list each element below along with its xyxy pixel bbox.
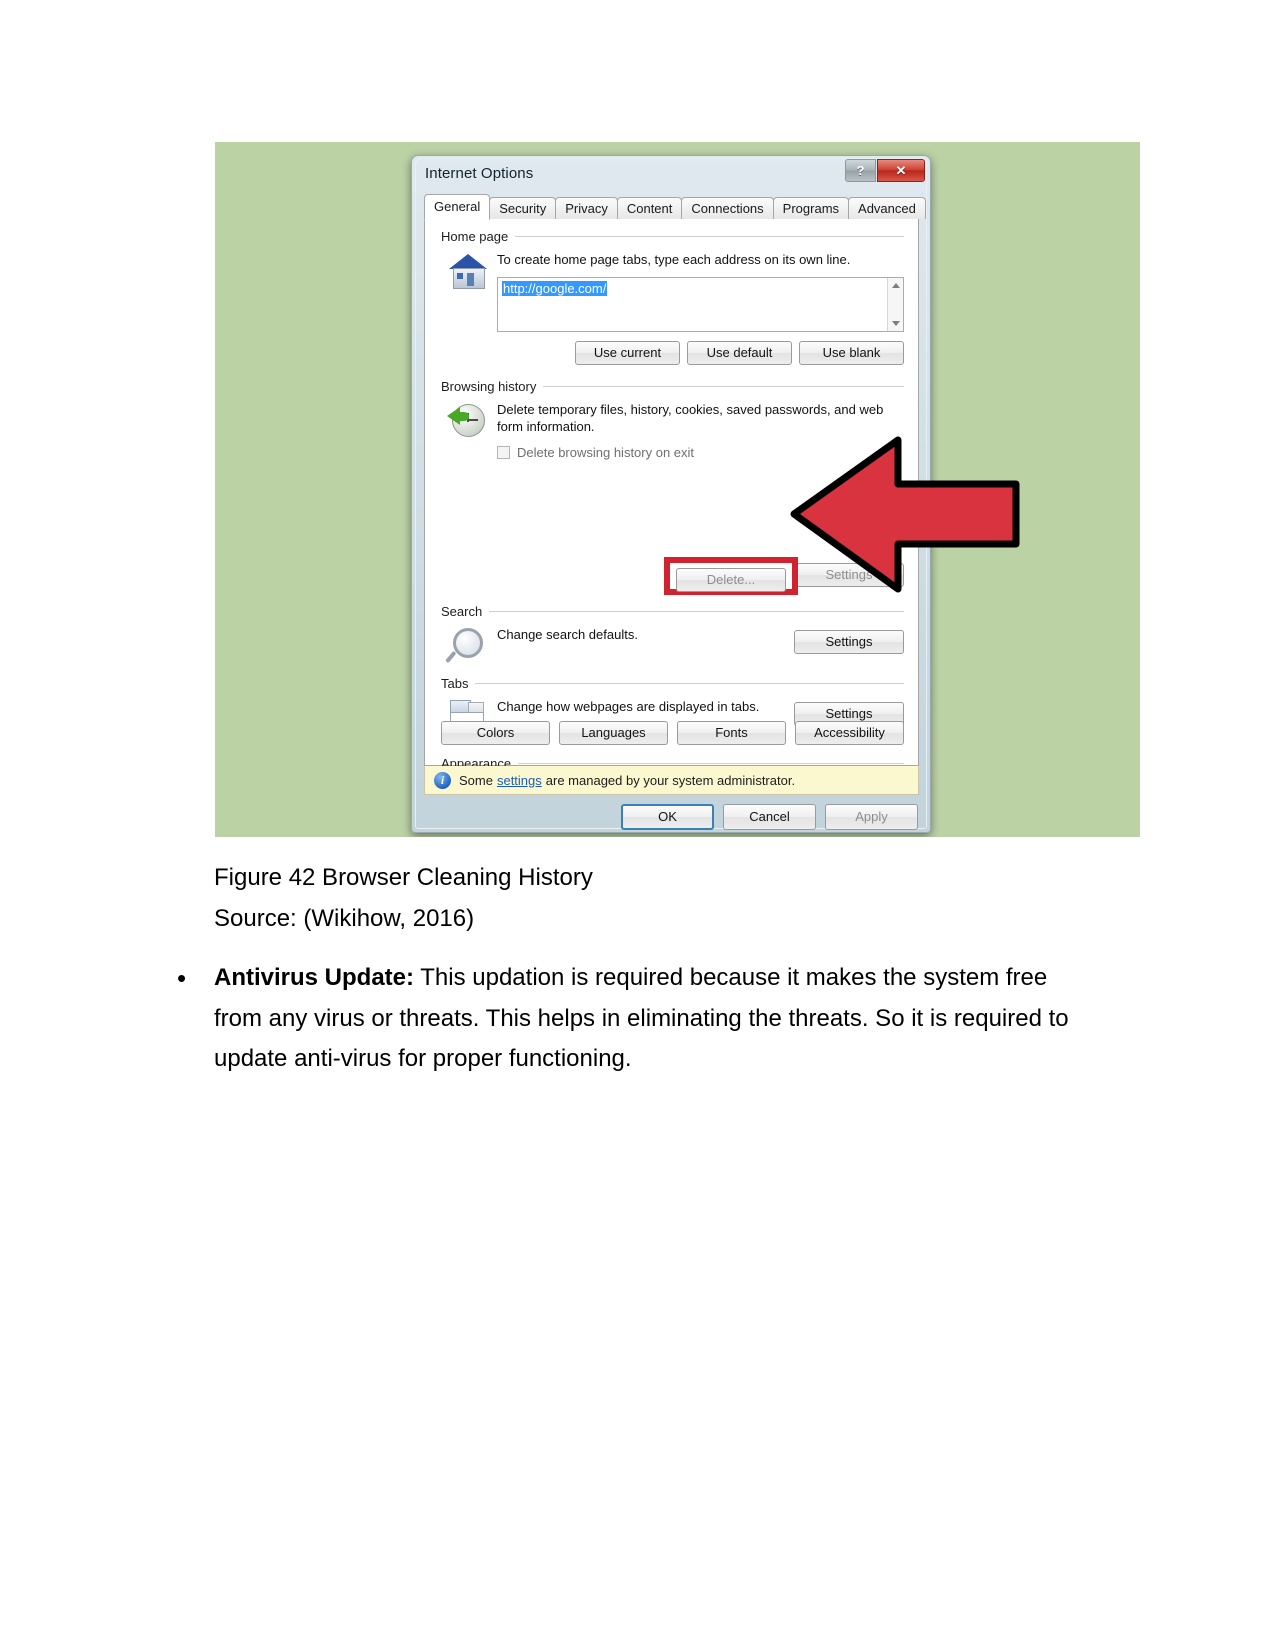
tab-security[interactable]: Security — [489, 197, 557, 219]
accessibility-button[interactable]: Accessibility — [795, 721, 904, 745]
delete-on-exit-checkbox[interactable] — [497, 446, 510, 460]
tabs-description: Change how webpages are displayed in tab… — [497, 699, 760, 714]
home-page-url-scrollbar[interactable] — [887, 278, 903, 331]
home-page-group-label: Home page — [441, 229, 904, 244]
browsing-history-description: Delete temporary files, history, cookies… — [497, 402, 884, 435]
use-default-button[interactable]: Use default — [687, 341, 792, 365]
use-current-button[interactable]: Use current — [575, 341, 680, 365]
tab-connections[interactable]: Connections — [681, 197, 774, 219]
clock-refresh-icon — [447, 401, 489, 441]
info-icon: i — [434, 771, 451, 789]
close-icon[interactable]: ✕ — [877, 159, 925, 182]
group-divider — [518, 763, 904, 764]
home-page-description: To create home page tabs, type each addr… — [497, 252, 851, 267]
delete-on-exit-label: Delete browsing history on exit — [517, 445, 695, 461]
use-blank-button[interactable]: Use blank — [799, 341, 904, 365]
delete-button-highlight: Delete... — [664, 557, 798, 595]
bullet-marker: • — [177, 963, 187, 993]
home-page-body: To create home page tabs, type each addr… — [441, 251, 904, 289]
apply-button[interactable]: Apply — [825, 804, 918, 830]
fonts-button[interactable]: Fonts — [677, 721, 786, 745]
admin-notice-suffix: are managed by your system administrator… — [545, 772, 796, 788]
bullet-list: • Antivirus Update: This updation is req… — [175, 958, 1095, 1080]
languages-button[interactable]: Languages — [559, 721, 668, 745]
admin-settings-link[interactable]: settings — [497, 773, 542, 788]
help-icon[interactable]: ? — [845, 159, 876, 182]
appearance-buttons: Colors Languages Fonts Accessibility — [441, 721, 904, 745]
figure-source: Source: (Wikihow, 2016) — [214, 905, 475, 932]
scroll-up-icon[interactable] — [892, 283, 900, 288]
ok-button[interactable]: OK — [621, 804, 714, 830]
list-item: • Antivirus Update: This updation is req… — [175, 958, 1095, 1080]
admin-notice-prefix: Some — [459, 772, 493, 788]
colors-button[interactable]: Colors — [441, 721, 550, 745]
group-divider — [489, 611, 904, 612]
dialog-tabstrip: General Security Privacy Content Connect… — [424, 194, 926, 220]
cancel-button[interactable]: Cancel — [723, 804, 816, 830]
group-divider — [475, 683, 904, 684]
figure-caption: Figure 42 Browser Cleaning History — [214, 864, 593, 891]
scroll-down-icon[interactable] — [892, 321, 900, 326]
tab-programs[interactable]: Programs — [772, 197, 850, 219]
bullet-body: Antivirus Update: This updation is requi… — [214, 958, 1095, 1080]
group-divider — [543, 386, 904, 387]
search-group-label: Search — [441, 604, 904, 619]
home-page-url-value: http://google.com/ — [502, 281, 608, 296]
red-arrow-annotation — [790, 436, 1020, 593]
window-buttons: ? ✕ — [845, 159, 925, 182]
dialog-title: Internet Options — [425, 165, 534, 182]
home-page-group: Home page To create home page tabs, type… — [441, 229, 904, 289]
tabs-group-label: Tabs — [441, 676, 904, 691]
group-divider — [515, 236, 904, 237]
admin-notice-bar: i Some settings are managed by your syst… — [424, 766, 919, 795]
tab-advanced[interactable]: Advanced — [848, 197, 926, 219]
tab-general[interactable]: General — [424, 194, 491, 220]
figure-screenshot: Internet Options ? ✕ General Security Pr… — [215, 142, 1140, 837]
browsing-history-group-label: Browsing history — [441, 379, 904, 394]
search-settings-button[interactable]: Settings — [794, 630, 904, 654]
magnifier-icon — [445, 626, 489, 666]
bullet-lead: Antivirus Update: — [214, 964, 415, 991]
tab-privacy[interactable]: Privacy — [555, 197, 618, 219]
dialog-titlebar: Internet Options ? ✕ — [412, 156, 930, 192]
tab-content[interactable]: Content — [616, 197, 683, 219]
home-page-url-input[interactable]: http://google.com/ — [497, 277, 904, 332]
home-page-buttons: Use current Use default Use blank — [575, 341, 904, 365]
delete-button[interactable]: Delete... — [676, 568, 786, 592]
house-icon — [447, 251, 489, 291]
dialog-footer: OK Cancel Apply — [621, 804, 918, 830]
